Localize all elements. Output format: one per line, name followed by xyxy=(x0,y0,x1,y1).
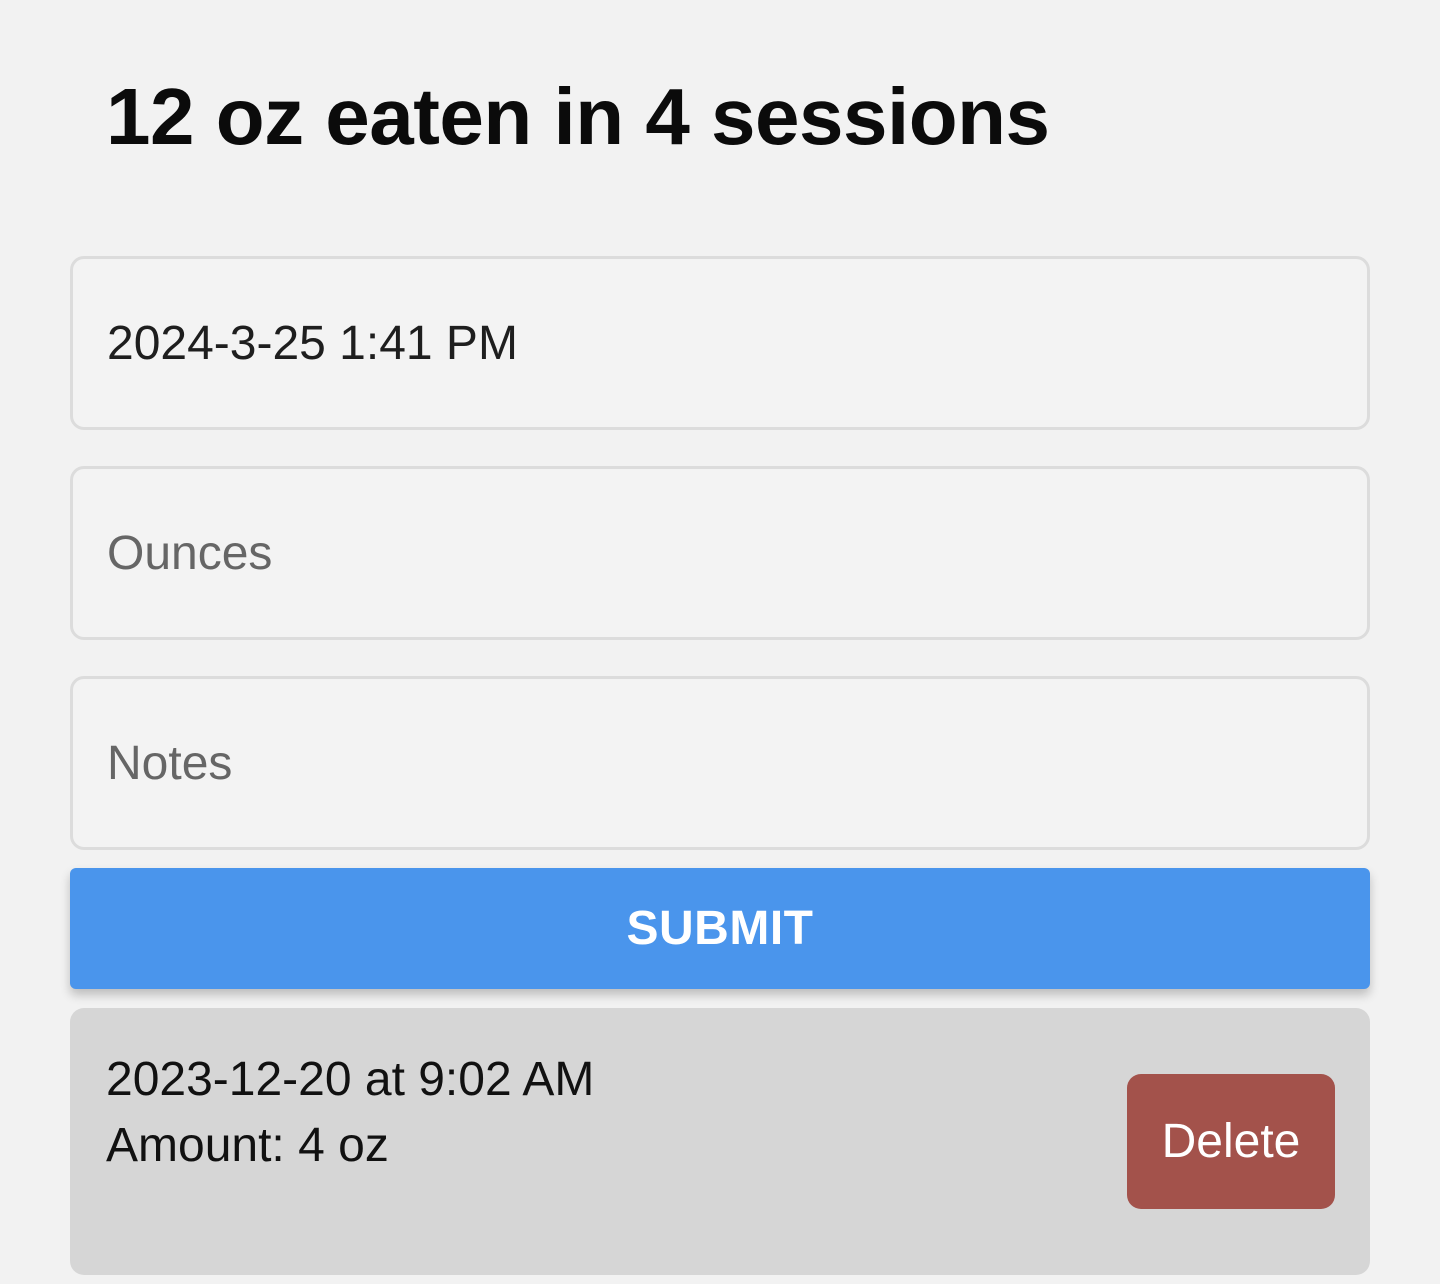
ounces-field[interactable] xyxy=(70,466,1370,640)
page-title: 12 oz eaten in 4 sessions xyxy=(106,72,1050,161)
time-input[interactable] xyxy=(107,315,1367,371)
list-item: 2023-12-20 at 9:02 AM Amount: 4 oz Delet… xyxy=(70,1008,1370,1275)
entry-date: 2023-12-20 at 9:02 AM xyxy=(106,1053,595,1106)
entry-amount: Amount: 4 oz xyxy=(106,1119,389,1172)
notes-field[interactable] xyxy=(70,676,1370,850)
submit-button[interactable]: SUBMIT xyxy=(70,868,1370,989)
ounces-input[interactable] xyxy=(107,525,1367,581)
delete-button[interactable]: Delete xyxy=(1127,1074,1335,1209)
time-field[interactable] xyxy=(70,256,1370,430)
notes-input[interactable] xyxy=(107,735,1367,791)
